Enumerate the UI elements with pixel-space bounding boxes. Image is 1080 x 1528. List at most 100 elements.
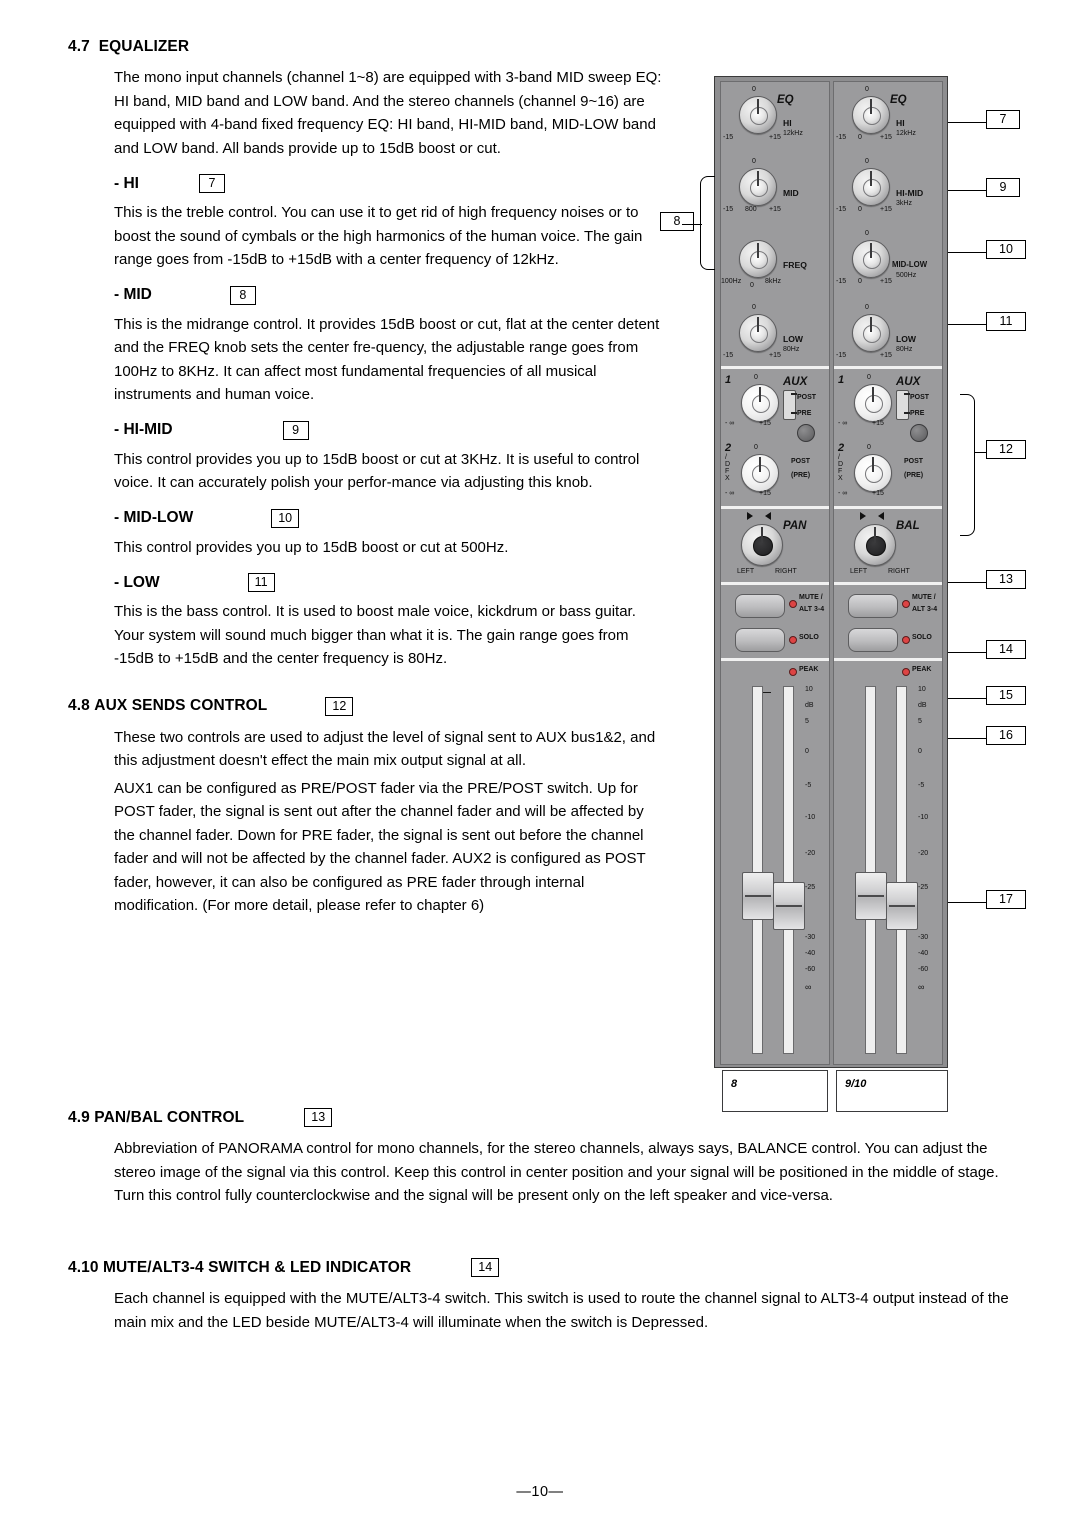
mono-mid-knob[interactable] — [739, 168, 777, 206]
mono-aux2-max: +15 — [759, 490, 771, 497]
mono-mute-divider — [721, 582, 829, 585]
leader-12 — [974, 452, 986, 454]
mono-aux-extra-knob[interactable] — [797, 424, 815, 442]
stereo-low-max: +15 — [880, 352, 892, 359]
mono-channel-box: 8 — [722, 1070, 828, 1112]
mono-freq-max: 8kHz — [765, 278, 781, 285]
stereo-aux-extra-knob[interactable] — [910, 424, 928, 442]
stereo-hi-mid-knob[interactable] — [852, 168, 890, 206]
callout-10: 10 — [271, 508, 300, 528]
mono-post-tick — [791, 393, 797, 395]
stereo-aux-title: AUX — [896, 376, 921, 388]
mono-aux2-center-mark: 0 — [754, 444, 758, 451]
stereo-hi-min: -15 — [836, 134, 847, 141]
mono-mid-min: -15 — [723, 206, 734, 213]
stereo-aux2-sub: / D F X — [838, 454, 844, 482]
mono-fader-knob[interactable] — [742, 872, 774, 920]
mono-channel-label: 8 — [731, 1078, 738, 1090]
mono-low-max: +15 — [769, 352, 781, 359]
leader-10 — [948, 252, 986, 254]
mono-low-label: LOW — [783, 334, 804, 344]
stereo-hi-knob[interactable] — [852, 96, 890, 134]
section-title: EQUALIZER — [98, 38, 190, 55]
stereo-midlow-freq: 500Hz — [896, 272, 917, 279]
stereo-scale-db: dB — [918, 702, 927, 709]
stereo-fader-slot[interactable] — [865, 686, 876, 1054]
mono-freq-center: 0 — [750, 282, 754, 289]
mono-meter-slot — [783, 686, 794, 1054]
stereo-solo-label: SOLO — [912, 634, 932, 641]
figure-callout-13: 13 — [986, 570, 1026, 589]
mono-fader-slot[interactable] — [752, 686, 763, 1054]
leader-14 — [948, 652, 986, 654]
mono-pan-knob[interactable] — [741, 524, 783, 566]
mono-solo-led — [789, 636, 797, 644]
stereo-hi-freq: 12kHz — [896, 130, 916, 137]
stereo-eq-title: EQ — [890, 94, 907, 106]
mono-pre-tick — [791, 412, 797, 414]
stereo-aux2-min: - ∞ — [838, 490, 848, 497]
stereo-low-freq: 80Hz — [896, 346, 913, 353]
low-paragraph: This is the bass control. It is used to … — [114, 603, 636, 667]
mono-aux2-knob[interactable] — [741, 454, 779, 492]
mono-aux1-knob[interactable] — [741, 384, 779, 422]
mono-eq-title: EQ — [777, 94, 794, 106]
stereo-peak-label: PEAK — [912, 666, 932, 673]
mono-peak-divider — [721, 658, 829, 661]
leader-7 — [948, 122, 986, 124]
mono-peak-label: PEAK — [799, 666, 819, 673]
stereo-solo-button[interactable] — [848, 628, 898, 652]
mono-hi-freq: 12kHz — [783, 130, 803, 137]
mono-scale-0: 0 — [805, 748, 809, 755]
stereo-aux1-center-mark: 0 — [867, 374, 871, 381]
stereo-scale-m25: -25 — [918, 884, 929, 891]
mono-scale-m25: -25 — [805, 884, 816, 891]
stereo-midlow-min: -15 — [836, 278, 847, 285]
stereo-aux2-knob[interactable] — [854, 454, 892, 492]
stereo-fader-knob[interactable] — [855, 872, 887, 920]
mono-mid-label: MID — [783, 188, 799, 198]
mono-solo-button[interactable] — [735, 628, 785, 652]
stereo-low-knob[interactable] — [852, 314, 890, 352]
stereo-pre-tick — [904, 412, 910, 414]
mute-number: 4.10 — [68, 1258, 99, 1276]
stereo-hi-zero: 0 — [858, 134, 862, 141]
mono-low-knob[interactable] — [739, 314, 777, 352]
stereo-scale-5: 5 — [918, 718, 922, 725]
section-heading-mute: 4.10 MUTE/ALT3-4 SWITCH & LED INDICATOR … — [68, 1258, 1018, 1277]
callout-11: 11 — [247, 573, 275, 592]
mono-meter-knob[interactable] — [773, 882, 805, 930]
stereo-mid-low-knob[interactable] — [852, 240, 890, 278]
pan-bal-section: 4.9 PAN/BAL CONTROL 13 Abbreviation of P… — [68, 1108, 1018, 1212]
stereo-midlow-label: MID-LOW — [892, 260, 928, 269]
aux-number: 4.8 — [68, 697, 90, 714]
subsection-label: - MID-LOW — [114, 509, 194, 526]
callout-14: 14 — [471, 1258, 500, 1277]
stereo-bal-knob[interactable] — [854, 524, 896, 566]
stereo-scale-m5: -5 — [918, 782, 925, 789]
subsection-heading-hi-mid: - HI-MID 9 — [114, 420, 668, 440]
hi-paragraph: This is the treble control. You can use … — [114, 204, 643, 268]
stereo-himid-label: HI-MID — [896, 188, 924, 198]
mid-paragraph: This is the midrange control. It provide… — [114, 315, 660, 404]
mono-hi-knob[interactable] — [739, 96, 777, 134]
stereo-mute-button[interactable] — [848, 594, 898, 618]
subsection-label: - HI-MID — [114, 421, 173, 438]
stereo-meter-knob[interactable] — [886, 882, 918, 930]
stereo-pre2-label: (PRE) — [904, 472, 924, 479]
mono-aux1-center-mark: 0 — [754, 374, 758, 381]
figure-callout-8: 8 — [660, 212, 694, 231]
mono-hi-max: +15 — [769, 134, 781, 141]
subsection-heading-mid: - MID 8 — [114, 285, 668, 305]
mono-hi-center-mark: 0 — [752, 86, 756, 93]
stereo-aux1-knob[interactable] — [854, 384, 892, 422]
equalizer-intro-paragraph: The mono input channels (channel 1~8) ar… — [114, 69, 662, 157]
mixer-figure: EQ 0 -15 +15 HI 12kHz 0 -15 800 +15 MID … — [714, 76, 948, 1068]
mono-low-min: -15 — [723, 352, 734, 359]
callout-12: 12 — [325, 696, 354, 716]
mono-mid-center-mark: 0 — [752, 158, 756, 165]
mono-freq-knob[interactable] — [739, 240, 777, 278]
stereo-mute-divider — [834, 582, 942, 585]
callout-8: 8 — [229, 285, 256, 305]
mono-mute-button[interactable] — [735, 594, 785, 618]
